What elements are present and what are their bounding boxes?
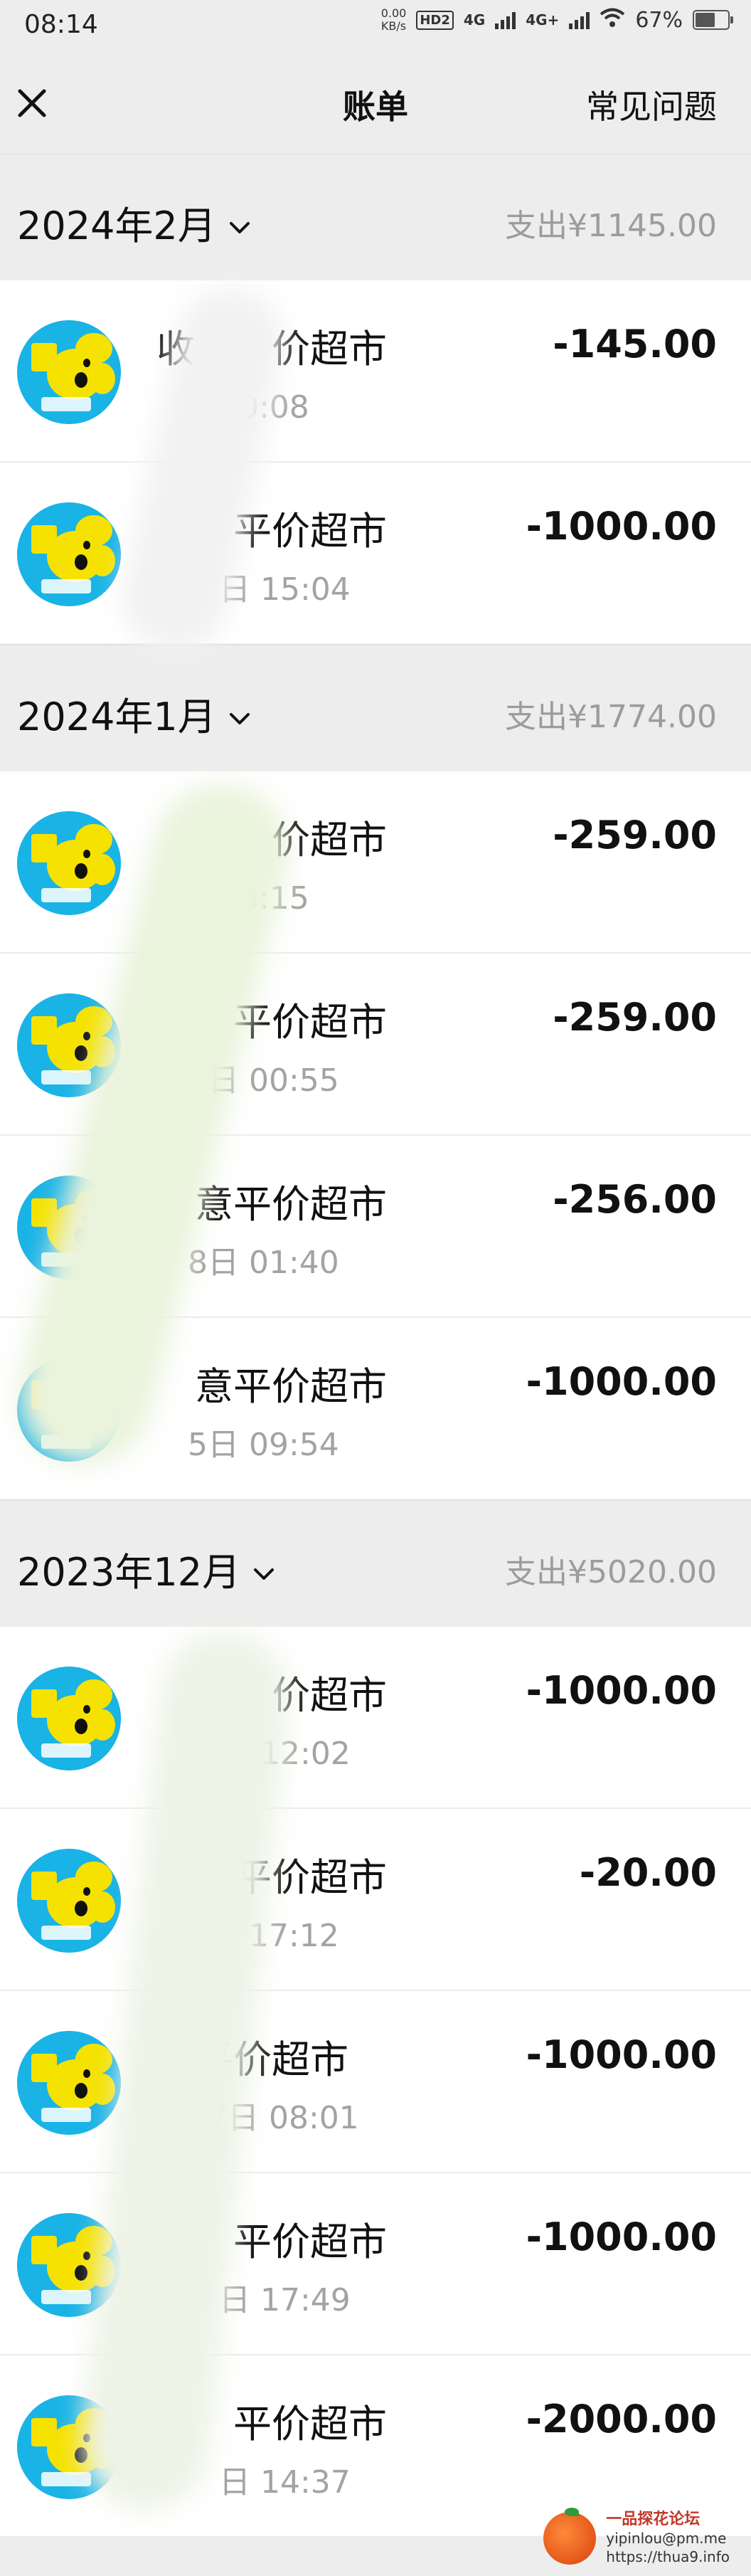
chevron-down-icon	[228, 200, 252, 245]
month-expense-total: 支出¥1145.00	[505, 208, 717, 244]
koala-merchant-icon	[17, 2031, 121, 2135]
battery-icon	[693, 10, 733, 30]
hd-voice-icon: HD2	[416, 10, 454, 30]
watermark-logo-icon	[543, 2508, 597, 2565]
bill-row[interactable]: 平价超市 日 15:04 -1000.00	[0, 463, 751, 645]
koala-merchant-icon	[17, 811, 121, 915]
merchant-name: 意平价超市	[156, 1364, 387, 1409]
battery-fill	[696, 13, 715, 27]
signal-icon-2	[569, 11, 590, 29]
month-header: 2024年2月 支出¥1145.00	[0, 154, 751, 281]
transaction-amount: -20.00	[579, 1850, 717, 1895]
bill-row[interactable]: 收 价超市 20:08-145.00	[0, 280, 751, 463]
watermark-email: yipinlou@pm.me	[606, 2530, 727, 2547]
koala-merchant-icon	[17, 502, 121, 606]
network-speed-unit: KB/s	[380, 19, 407, 33]
transaction-amount: -1000.00	[526, 504, 717, 549]
status-time: 08:14	[24, 10, 98, 39]
koala-merchant-icon	[17, 1849, 121, 1953]
month-header: 2024年1月 支出¥1774.00	[0, 645, 751, 772]
battery-percent: 67%	[635, 7, 683, 33]
transaction-amount: -1000.00	[526, 1668, 717, 1713]
month-label: 2024年2月	[17, 204, 216, 248]
transaction-amount: -256.00	[553, 1177, 717, 1222]
month-selector[interactable]: 2023年12月	[17, 1541, 276, 1597]
status-bar: 08:14 0.00 KB/s HD2 4G 4G+ 67%	[0, 0, 751, 51]
network-type-1: 4G	[463, 11, 486, 28]
month-selector[interactable]: 2024年2月	[17, 194, 252, 250]
month-label: 2023年12月	[17, 1550, 241, 1595]
bill-row[interactable]: 价超市 18:15-259.00	[0, 771, 751, 954]
watermark-name: 一品探花论坛	[606, 2511, 701, 2528]
watermark-text: 一品探花论坛 yipinlou@pm.me https://thua9.info	[606, 2511, 730, 2566]
transaction-amount: -1000.00	[526, 1359, 717, 1404]
network-type-2: 4G+	[526, 11, 560, 28]
wifi-icon	[600, 8, 625, 33]
watermark-url: https://thua9.info	[606, 2548, 730, 2565]
network-speed: 0.00 KB/s	[381, 7, 407, 33]
bill-row[interactable]: 平价超市 8日 17:12-20.00	[0, 1809, 751, 1991]
transaction-amount: -259.00	[553, 995, 717, 1040]
transaction-amount: -145.00	[553, 322, 717, 366]
signal-icon	[495, 11, 516, 29]
transaction-amount: -259.00	[553, 813, 717, 857]
month-expense-total: 支出¥5020.00	[505, 1554, 717, 1590]
faq-link[interactable]: 常见问题	[586, 81, 717, 128]
transaction-amount: -1000.00	[526, 2215, 717, 2259]
transaction-amount: -2000.00	[526, 2397, 717, 2442]
month-header: 2023年12月 支出¥5020.00	[0, 1500, 751, 1627]
koala-merchant-icon	[17, 320, 121, 424]
chevron-down-icon	[228, 691, 252, 736]
navigation-bar: 账单 常见问题	[0, 51, 751, 154]
bill-row[interactable]: 价超市 日 12:02-1000.00	[0, 1627, 751, 1809]
month-selector[interactable]: 2024年1月	[17, 685, 252, 741]
forum-watermark: 一品探花论坛 yipinlou@pm.me https://thua9.info	[543, 2508, 730, 2566]
month-expense-total: 支出¥1774.00	[505, 699, 717, 735]
chevron-down-icon	[252, 1546, 276, 1591]
network-speed-value: 0.00	[380, 6, 407, 20]
month-label: 2024年1月	[17, 695, 216, 739]
status-icons: 0.00 KB/s HD2 4G 4G+ 67%	[381, 7, 733, 33]
koala-merchant-icon	[17, 1667, 121, 1770]
transaction-time: 5日 09:54	[156, 1427, 339, 1463]
transaction-amount: -1000.00	[526, 2032, 717, 2077]
